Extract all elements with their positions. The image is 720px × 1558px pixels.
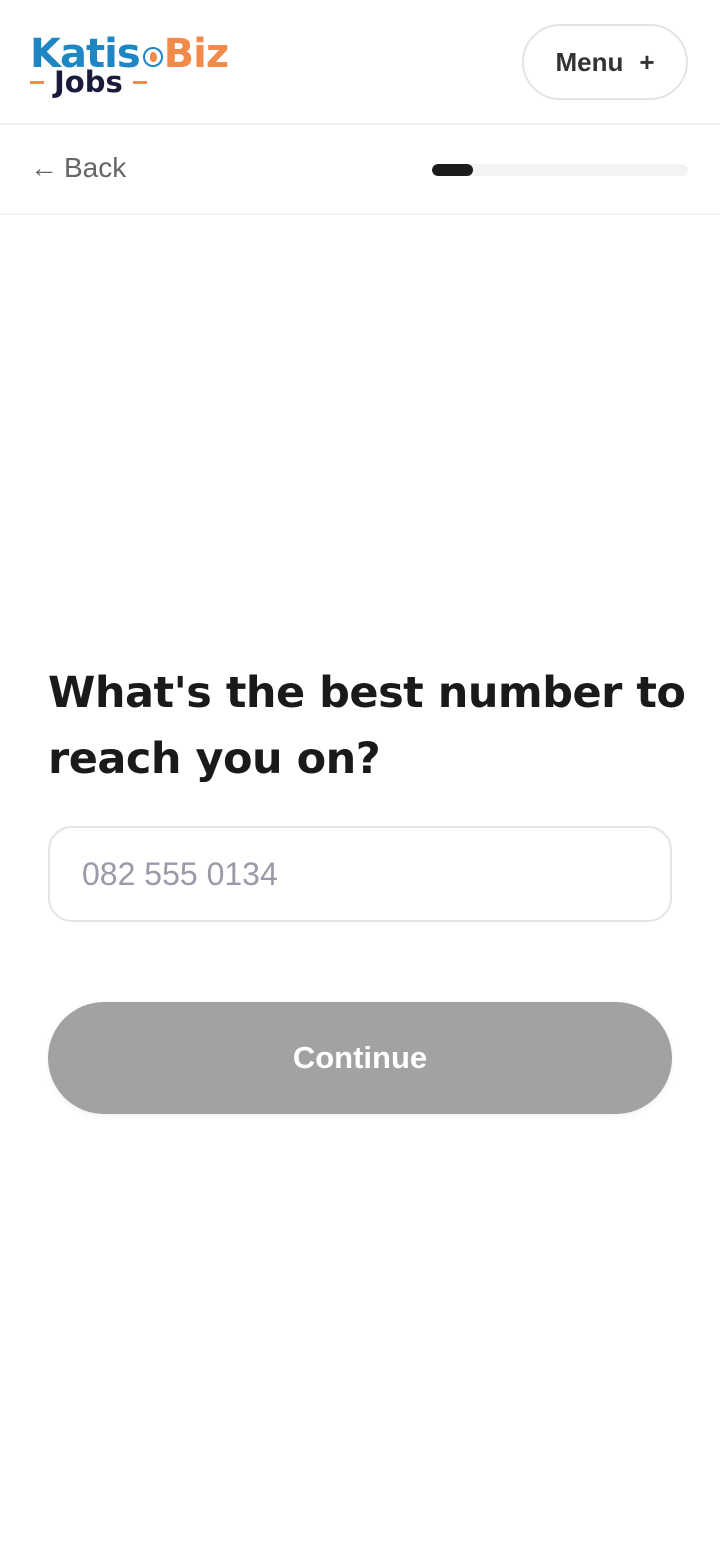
- progress-fill: [432, 164, 473, 176]
- back-link[interactable]: ← Back: [30, 152, 126, 184]
- site-header: Katis Biz Jobs Menu +: [0, 0, 720, 125]
- arrow-left-icon: ←: [30, 152, 58, 183]
- katisbiz-jobs-logo[interactable]: Katis Biz Jobs: [30, 24, 230, 100]
- globe-icon: [142, 47, 163, 67]
- continue-button[interactable]: Continue: [48, 1002, 672, 1114]
- plus-icon: +: [639, 46, 655, 77]
- logo-text-biz: Biz: [163, 31, 229, 77]
- logo-text-jobs: Jobs: [54, 65, 123, 99]
- progress-track: [432, 164, 688, 176]
- logo-dash-left: [30, 81, 44, 84]
- question-heading: What's the best number to reach you on?: [48, 668, 686, 784]
- progress-bar-row: ← Back: [0, 127, 720, 215]
- menu-button-label: Menu: [555, 46, 624, 77]
- logo-subline: Jobs: [30, 68, 147, 97]
- back-link-label: Back: [64, 152, 127, 183]
- menu-button[interactable]: Menu +: [522, 24, 688, 100]
- logo-dash-right: [132, 81, 147, 84]
- phone-number-input[interactable]: [48, 826, 672, 922]
